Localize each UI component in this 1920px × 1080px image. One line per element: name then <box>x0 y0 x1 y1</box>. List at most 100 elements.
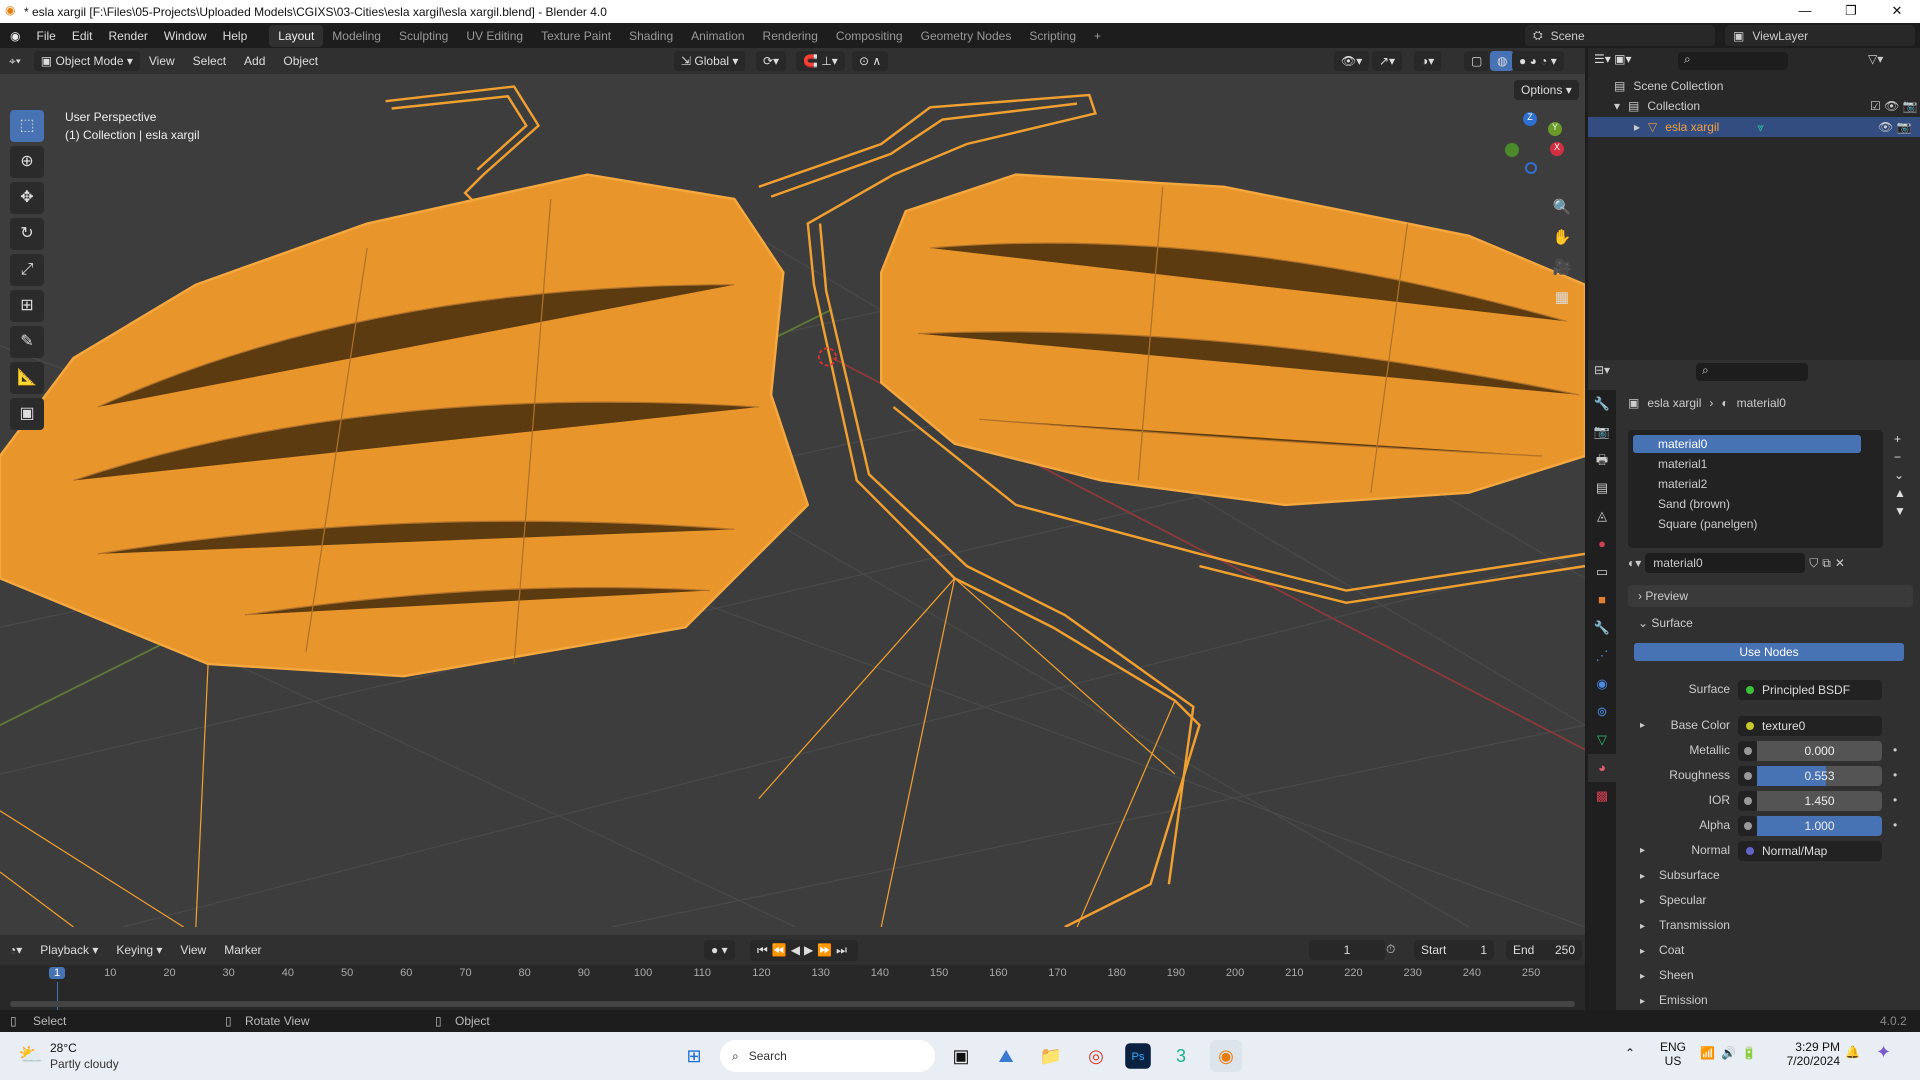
tab-uv-editing[interactable]: UV Editing <box>457 25 532 47</box>
pivot-dropdown[interactable]: ⟳▾ <box>756 51 787 71</box>
chrome-icon[interactable]: ◎ <box>1080 1040 1112 1072</box>
rotate-tool-icon[interactable]: ↻ <box>10 218 44 250</box>
menu-file[interactable]: File <box>28 29 63 43</box>
specular-panel[interactable]: Specular <box>1640 893 1706 907</box>
keying-menu[interactable]: Keying ▾ <box>107 943 171 957</box>
move-tool-icon[interactable]: ✥ <box>10 182 44 214</box>
start-frame-field[interactable]: Start 1 <box>1414 940 1494 960</box>
physics-tab-icon[interactable]: ◉ <box>1588 670 1616 698</box>
show-hidden-icons[interactable]: ⌃ <box>1625 1046 1635 1060</box>
scale-tool-icon[interactable]: ⤢ <box>10 254 44 286</box>
visibility-eye-icon[interactable]: 👁 📷 <box>1878 120 1912 134</box>
copilot-icon[interactable]: ✦ <box>1876 1042 1891 1063</box>
roughness-slider[interactable]: 0.553 <box>1757 766 1882 786</box>
add-cube-tool-icon[interactable]: ▣ <box>10 398 44 430</box>
blender-menu-icon[interactable]: ◉ <box>10 29 20 43</box>
camera-view-icon[interactable]: 🎥 <box>1548 254 1576 282</box>
editor-type-icon[interactable]: ⌖▾ <box>0 54 30 69</box>
output-tab-icon[interactable]: 🖶 <box>1588 446 1616 474</box>
menu-select[interactable]: Select <box>184 54 235 68</box>
coat-panel[interactable]: Coat <box>1640 943 1684 957</box>
expand-arrow-icon[interactable]: ▸ <box>1634 120 1640 134</box>
photoshop-icon[interactable]: Ps <box>1125 1043 1151 1069</box>
keyframe-dot-icon[interactable]: • <box>1893 818 1897 832</box>
keyframe-dot-icon[interactable]: • <box>1893 743 1897 757</box>
3d-viewport[interactable]: User Perspective (1) Collection | esla x… <box>0 74 1585 935</box>
slot-buttons[interactable]: + − ⌄ ▲ ▼ <box>1894 430 1906 520</box>
filter-icon[interactable]: ▽▾ <box>1868 52 1883 66</box>
language-indicator[interactable]: ENG US <box>1660 1040 1686 1068</box>
proportional-edit-toggle[interactable]: ⊙ ∧ <box>852 51 889 71</box>
outliner-search-input[interactable]: ⌕ <box>1678 52 1788 70</box>
scene-selector[interactable]: ⛭ Scene <box>1525 25 1715 46</box>
constraints-tab-icon[interactable]: ⊚ <box>1588 698 1616 726</box>
menu-help[interactable]: Help <box>215 29 256 43</box>
menu-object[interactable]: Object <box>274 54 327 68</box>
neg-y-axis-icon[interactable] <box>1505 143 1519 157</box>
tab-rendering[interactable]: Rendering <box>754 25 827 47</box>
weather-icon[interactable]: ⛅ <box>18 1042 43 1067</box>
overlay-toggle[interactable]: ◑▾ <box>1414 51 1442 71</box>
outliner-item-scene-collection[interactable]: ▤ Scene Collection <box>1614 79 1723 93</box>
base-color-field[interactable]: texture0 <box>1738 716 1882 736</box>
ortho-grid-icon[interactable]: ▦ <box>1548 284 1576 312</box>
data-tab-icon[interactable]: ▽ <box>1588 726 1616 754</box>
surface-panel-header[interactable]: ⌄ Surface <box>1628 612 1913 634</box>
select-box-tool-icon[interactable]: ⬚ <box>10 110 44 142</box>
current-frame-field[interactable]: 1 <box>1309 940 1385 960</box>
3ds-max-icon[interactable]: 3 <box>1165 1040 1197 1072</box>
playback-controls[interactable]: ⏮⏪◀▶⏩⏭ <box>750 940 858 961</box>
socket-button[interactable] <box>1738 741 1758 761</box>
collection-tab-icon[interactable]: ▭ <box>1588 558 1616 586</box>
properties-search-input[interactable]: ⌕ <box>1696 363 1808 381</box>
socket-button[interactable] <box>1738 816 1758 836</box>
clock[interactable]: 3:29 PM 7/20/2024 <box>1780 1040 1840 1068</box>
alpha-slider[interactable]: 1.000 <box>1757 816 1882 836</box>
pan-hand-icon[interactable]: ✋ <box>1548 224 1576 252</box>
transform-tool-icon[interactable]: ⊞ <box>10 290 44 322</box>
options-dropdown[interactable]: Options ▾ <box>1514 80 1579 100</box>
taskbar-search-box[interactable]: ⌕ Search <box>720 1040 935 1072</box>
weather-text[interactable]: Partly cloudy <box>50 1057 119 1071</box>
snap-toggle[interactable]: 🧲 ⊥▾ <box>796 51 845 71</box>
socket-button[interactable] <box>1738 766 1758 786</box>
expand-arrow-icon[interactable]: ▾ <box>1614 99 1620 113</box>
add-workspace-button[interactable]: + <box>1085 25 1110 47</box>
timeline-editor-type-icon[interactable]: ◔▾ <box>0 943 31 957</box>
scene-canvas[interactable] <box>0 74 1585 927</box>
texture-tab-icon[interactable]: ▩ <box>1588 782 1616 810</box>
marker-menu[interactable]: Marker <box>215 943 270 957</box>
menu-view[interactable]: View <box>140 54 184 68</box>
material-tab-icon[interactable]: ◕ <box>1588 754 1616 782</box>
tab-scripting[interactable]: Scripting <box>1020 25 1085 47</box>
world-tab-icon[interactable]: ● <box>1588 530 1616 558</box>
cursor-tool-icon[interactable]: ⊕ <box>10 146 44 178</box>
timeline-scrollbar[interactable] <box>10 1001 1575 1007</box>
material-browse-icon[interactable]: ◐▾ <box>1628 556 1641 570</box>
use-nodes-button[interactable]: Use Nodes <box>1634 643 1904 661</box>
normal-field[interactable]: Normal/Map <box>1738 841 1882 861</box>
stopwatch-icon[interactable]: ⏱ <box>1386 942 1395 957</box>
z-axis-icon[interactable]: Z <box>1523 112 1537 126</box>
tab-layout[interactable]: Layout <box>269 24 324 47</box>
transmission-panel[interactable]: Transmission <box>1640 918 1730 932</box>
scene-tab-icon[interactable]: ◬ <box>1588 502 1616 530</box>
shading-wireframe-button[interactable]: ◍ <box>1490 51 1515 71</box>
windows-start-icon[interactable]: ⊞ <box>678 1040 710 1072</box>
material-slot[interactable]: Sand (brown) <box>1633 495 1730 513</box>
metallic-slider[interactable]: 0.000 <box>1757 741 1882 761</box>
orientation-dropdown[interactable]: ⇲ Global ▾ <box>674 51 746 71</box>
tab-shading[interactable]: Shading <box>620 25 682 47</box>
sheen-panel[interactable]: Sheen <box>1640 968 1694 982</box>
view-layer-tab-icon[interactable]: ▤ <box>1588 474 1616 502</box>
fake-user-icon[interactable]: ⛉ <box>1809 556 1818 571</box>
close-button[interactable]: ✕ <box>1874 0 1920 23</box>
tab-animation[interactable]: Animation <box>682 25 753 47</box>
subsurface-panel[interactable]: Subsurface <box>1640 868 1720 882</box>
render-tab-icon[interactable]: 📷 <box>1588 418 1616 446</box>
material-name-input[interactable]: material0 <box>1645 553 1806 573</box>
unlink-icon[interactable]: ✕ <box>1835 556 1845 570</box>
outliner-display-mode-icon[interactable]: ☰▾ ▣▾ <box>1594 52 1631 66</box>
zoom-icon[interactable]: 🔍 <box>1548 194 1576 222</box>
playback-menu[interactable]: Playback ▾ <box>31 943 107 957</box>
